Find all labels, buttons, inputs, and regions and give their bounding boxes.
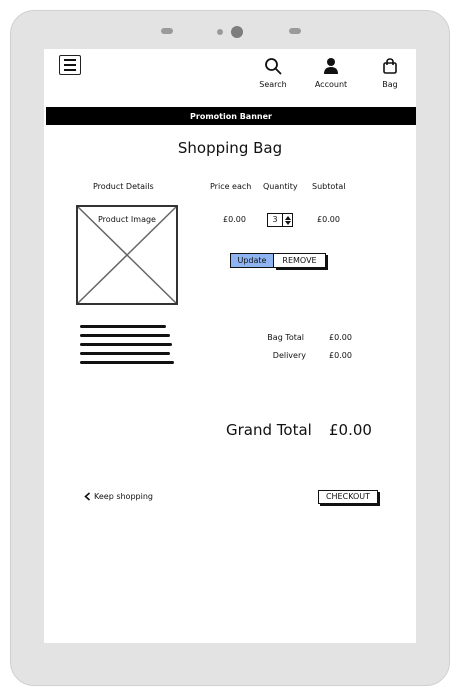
column-header-subtotal: Subtotal [312,182,346,191]
subtotal-value: £0.00 [317,215,340,224]
search-label: Search [259,80,287,89]
update-button[interactable]: Update [230,253,274,268]
quantity-value[interactable]: 3 [268,214,282,226]
delivery-value: £0.00 [329,351,352,360]
account-label: Account [314,80,348,89]
column-header-price-each: Price each [210,182,252,191]
column-header-quantity: Quantity [263,182,298,191]
device-sensor [161,28,173,34]
device-speaker [289,28,301,34]
bag-nav-button[interactable]: Bag [365,57,415,89]
bag-label: Bag [382,80,398,89]
product-image[interactable]: Product Image [76,205,178,305]
item-actions: Update REMOVE [230,253,326,268]
delivery-label: Delivery [272,351,306,360]
promotion-banner[interactable]: Promotion Banner [46,107,416,125]
column-header-product-details: Product Details [93,182,154,191]
search-nav-button[interactable]: Search [248,57,298,89]
shopping-bag-icon [383,58,397,74]
user-icon [324,58,338,74]
hamburger-menu-icon[interactable] [59,55,81,75]
decrement-arrow-icon[interactable] [284,220,291,225]
page-title: Shopping Bag [177,139,283,157]
grand-total-value: £0.00 [329,421,372,439]
grand-total-label: Grand Total [226,421,312,439]
account-nav-button[interactable]: Account [306,57,356,89]
keep-shopping-label: Keep shopping [94,492,153,501]
device-camera [231,26,243,38]
search-icon [265,58,282,75]
checkout-button[interactable]: CHECKOUT [318,490,378,504]
price-each-value: £0.00 [223,215,246,224]
product-image-label: Product Image [97,215,157,224]
chevron-left-icon [84,492,91,501]
stepper-arrows[interactable] [282,214,292,226]
keep-shopping-link[interactable]: Keep shopping [84,492,153,501]
quantity-stepper[interactable]: 3 [267,213,293,227]
product-description-placeholder [80,325,176,370]
bag-total-value: £0.00 [329,333,352,342]
device-sensor-small [217,29,223,35]
remove-button[interactable]: REMOVE [274,253,326,268]
bag-total-label: Bag Total [267,333,304,342]
promotion-banner-text: Promotion Banner [190,111,272,121]
screen: Search Account Bag Promotion Banner Shop… [44,49,416,643]
increment-arrow-icon[interactable] [284,215,291,220]
